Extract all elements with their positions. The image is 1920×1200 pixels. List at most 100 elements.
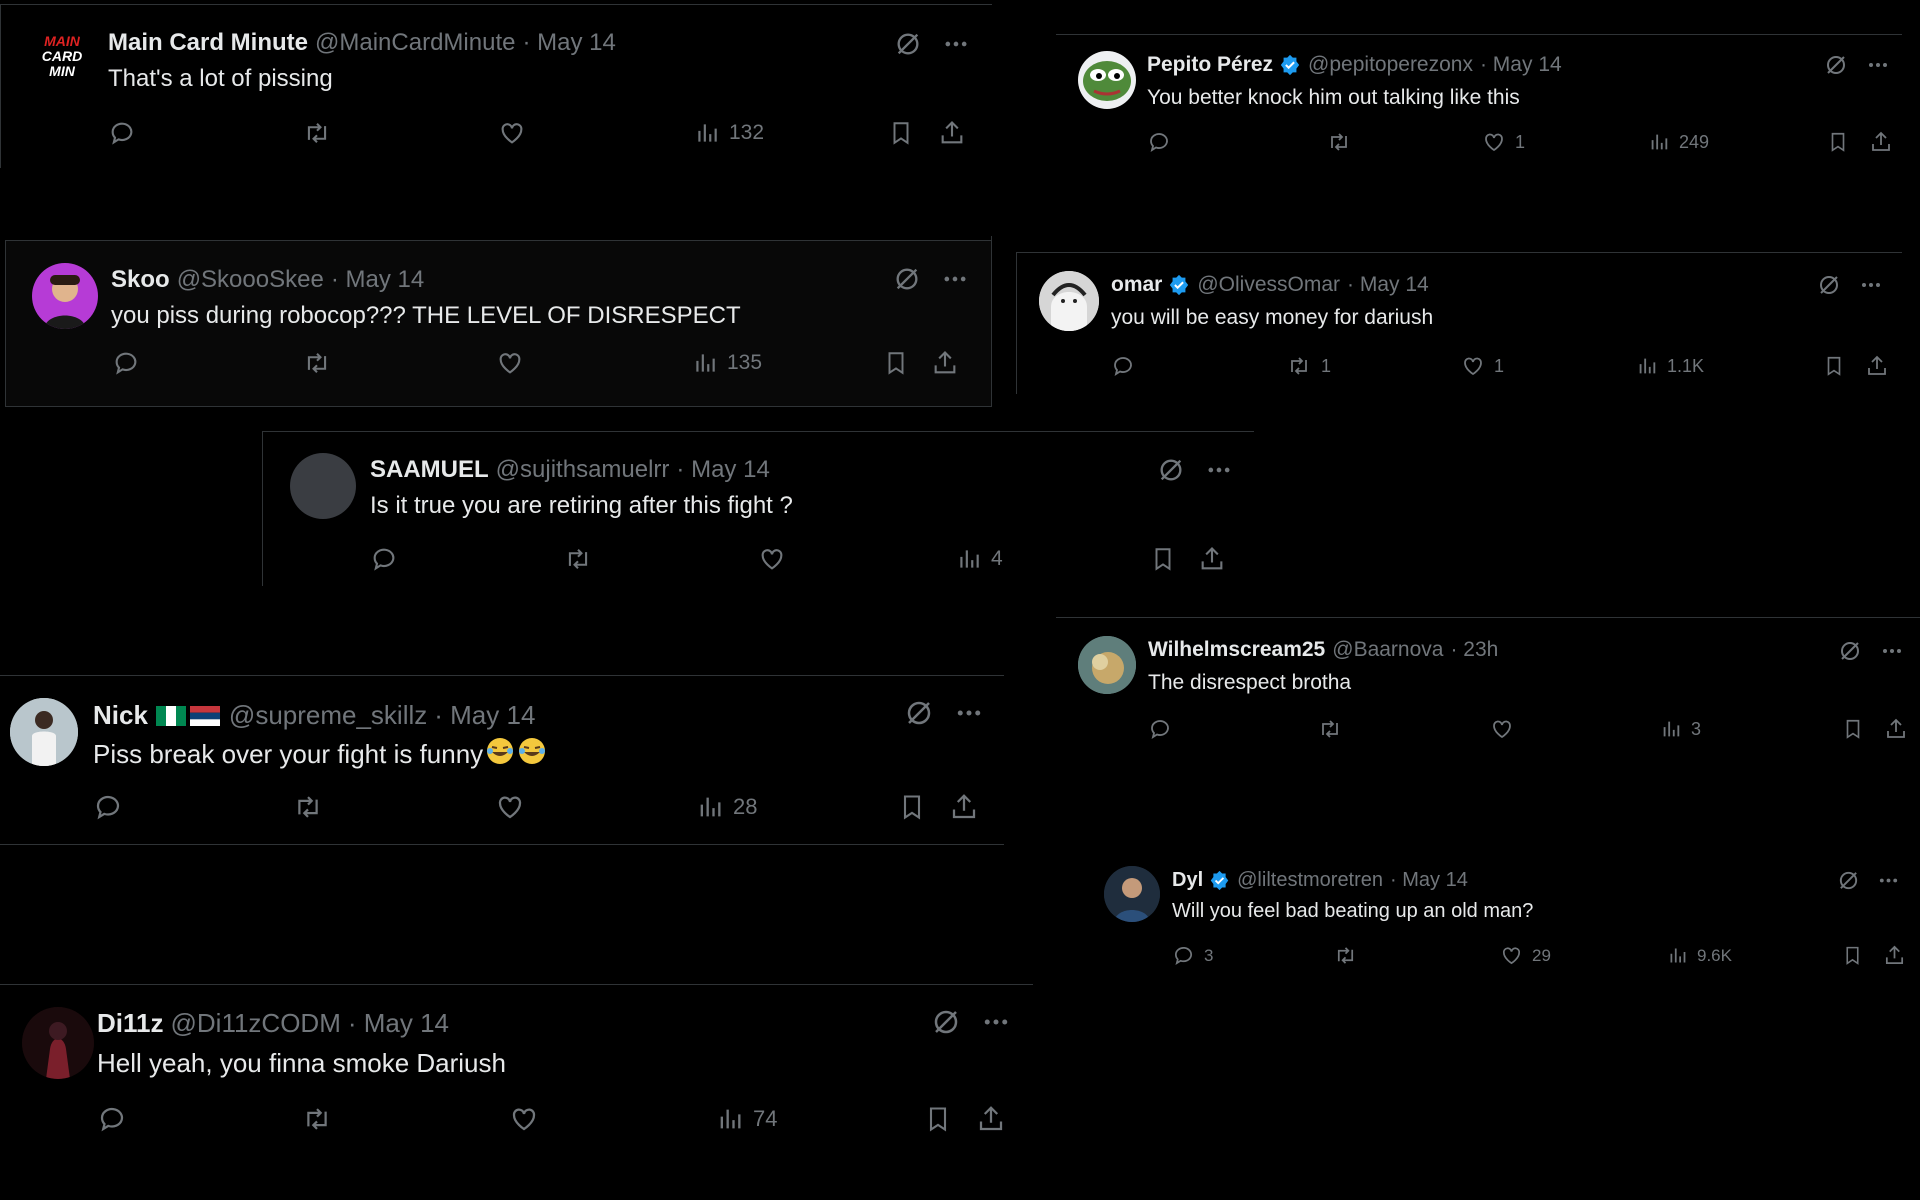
user-handle[interactable]: @Baarnova xyxy=(1332,638,1443,662)
reply-button[interactable] xyxy=(1111,354,1144,378)
share-button[interactable] xyxy=(1869,130,1893,154)
reply-button[interactable] xyxy=(370,545,407,573)
reply-button[interactable] xyxy=(97,1104,136,1134)
avatar[interactable] xyxy=(1078,51,1136,109)
retweet-button[interactable] xyxy=(1317,717,1352,741)
bookmark-button[interactable] xyxy=(1150,545,1176,573)
reply-button[interactable] xyxy=(112,349,149,377)
grok-icon[interactable] xyxy=(1837,869,1860,897)
reply-button[interactable] xyxy=(93,792,132,822)
grok-icon[interactable] xyxy=(893,265,921,298)
timestamp[interactable]: · May 14 xyxy=(676,456,769,484)
timestamp[interactable]: · May 14 xyxy=(434,700,535,731)
grok-icon[interactable] xyxy=(904,698,934,733)
retweet-button[interactable] xyxy=(1326,130,1361,154)
timestamp[interactable]: · May 14 xyxy=(331,266,424,294)
tweet-card[interactable]: MAIN CARD MIN Main Card Minute @MainCard… xyxy=(2,5,990,165)
views-button[interactable]: 3 xyxy=(1660,717,1701,741)
grok-icon[interactable] xyxy=(1824,53,1848,82)
retweet-button[interactable]: 1 xyxy=(1286,354,1331,378)
avatar[interactable] xyxy=(1078,636,1136,694)
views-button[interactable]: 132 xyxy=(694,119,764,147)
tweet-card[interactable]: omar @OlivessOmar · May 14 you will be e… xyxy=(1017,253,1902,393)
tweet-card[interactable]: SAAMUEL @sujithsamuelrr · May 14 Is it t… xyxy=(263,432,1253,586)
like-button[interactable]: 1 xyxy=(1482,130,1525,154)
reply-button[interactable] xyxy=(1148,717,1181,741)
views-button[interactable]: 135 xyxy=(692,349,762,377)
share-button[interactable] xyxy=(931,349,959,377)
bookmark-button[interactable] xyxy=(1823,354,1845,378)
grok-icon[interactable] xyxy=(1157,456,1185,489)
more-icon[interactable] xyxy=(954,698,984,733)
bookmark-button[interactable] xyxy=(888,119,914,147)
user-handle[interactable]: @Di11zCODM xyxy=(171,1008,341,1039)
bookmark-button[interactable] xyxy=(1827,130,1849,154)
grok-icon[interactable] xyxy=(931,1007,961,1042)
display-name[interactable]: Pepito Pérez xyxy=(1147,53,1273,77)
tweet-card[interactable]: Skoo @SkoooSkee · May 14 you piss during… xyxy=(6,241,991,406)
share-button[interactable] xyxy=(1883,944,1906,967)
timestamp[interactable]: · 23h xyxy=(1450,638,1498,662)
share-button[interactable] xyxy=(938,119,966,147)
display-name[interactable]: Nick xyxy=(93,700,148,731)
user-handle[interactable]: @sujithsamuelrr xyxy=(496,456,670,484)
more-icon[interactable] xyxy=(941,265,969,298)
reply-button[interactable] xyxy=(108,119,145,147)
timestamp[interactable]: · May 14 xyxy=(348,1008,449,1039)
display-name[interactable]: Skoo xyxy=(111,266,170,294)
user-handle[interactable]: @liltestmoretren xyxy=(1237,869,1383,892)
views-button[interactable]: 1.1K xyxy=(1636,354,1704,378)
share-button[interactable] xyxy=(1198,545,1226,573)
retweet-button[interactable] xyxy=(292,792,333,822)
timestamp[interactable]: · May 14 xyxy=(1347,273,1429,297)
share-button[interactable] xyxy=(1884,717,1908,741)
like-button[interactable] xyxy=(496,349,533,377)
bookmark-button[interactable] xyxy=(1842,717,1864,741)
avatar[interactable] xyxy=(1104,866,1160,922)
avatar[interactable] xyxy=(290,453,356,519)
like-button[interactable] xyxy=(498,119,535,147)
like-button[interactable]: 29 xyxy=(1500,944,1551,967)
like-button[interactable] xyxy=(758,545,795,573)
more-icon[interactable] xyxy=(942,30,970,63)
bookmark-button[interactable] xyxy=(898,792,926,822)
grok-icon[interactable] xyxy=(1838,639,1862,668)
more-icon[interactable] xyxy=(1866,53,1890,82)
tweet-card[interactable]: Di11z @Di11zCODM · May 14 Hell yeah, you… xyxy=(0,985,1033,1185)
display-name[interactable]: Wilhelmscream25 xyxy=(1148,638,1325,662)
views-button[interactable]: 9.6K xyxy=(1667,944,1732,967)
like-button[interactable]: 1 xyxy=(1461,354,1504,378)
retweet-button[interactable] xyxy=(1333,944,1367,967)
more-icon[interactable] xyxy=(1859,273,1883,302)
more-icon[interactable] xyxy=(1880,639,1904,668)
user-handle[interactable]: @pepitoperezonx xyxy=(1308,53,1473,77)
views-button[interactable]: 28 xyxy=(696,792,757,822)
timestamp[interactable]: · May 14 xyxy=(1480,53,1562,77)
bookmark-button[interactable] xyxy=(883,349,909,377)
user-handle[interactable]: @OlivessOmar xyxy=(1197,273,1340,297)
retweet-button[interactable] xyxy=(302,119,341,147)
views-button[interactable]: 4 xyxy=(956,545,1003,573)
more-icon[interactable] xyxy=(1877,869,1900,897)
like-button[interactable] xyxy=(1490,717,1523,741)
like-button[interactable] xyxy=(495,792,534,822)
share-button[interactable] xyxy=(976,1104,1006,1134)
timestamp[interactable]: · May 14 xyxy=(522,29,615,57)
bookmark-button[interactable] xyxy=(1842,944,1863,967)
avatar[interactable] xyxy=(1039,271,1099,331)
like-button[interactable] xyxy=(509,1104,548,1134)
display-name[interactable]: Main Card Minute xyxy=(108,29,308,57)
retweet-button[interactable] xyxy=(302,349,341,377)
share-button[interactable] xyxy=(1865,354,1889,378)
display-name[interactable]: Dyl xyxy=(1172,869,1203,892)
avatar[interactable] xyxy=(32,263,98,329)
reply-button[interactable] xyxy=(1147,130,1180,154)
tweet-card[interactable]: Dyl @liltestmoretren · May 14 Will you f… xyxy=(1090,850,1920,1000)
user-handle[interactable]: @MainCardMinute xyxy=(315,29,515,57)
retweet-button[interactable] xyxy=(301,1104,342,1134)
retweet-button[interactable] xyxy=(563,545,602,573)
timestamp[interactable]: · May 14 xyxy=(1390,869,1468,892)
display-name[interactable]: omar xyxy=(1111,273,1162,297)
tweet-card[interactable]: Pepito Pérez @pepitoperezonx · May 14 Yo… xyxy=(1056,35,1902,185)
user-handle[interactable]: @supreme_skillz xyxy=(229,700,427,731)
